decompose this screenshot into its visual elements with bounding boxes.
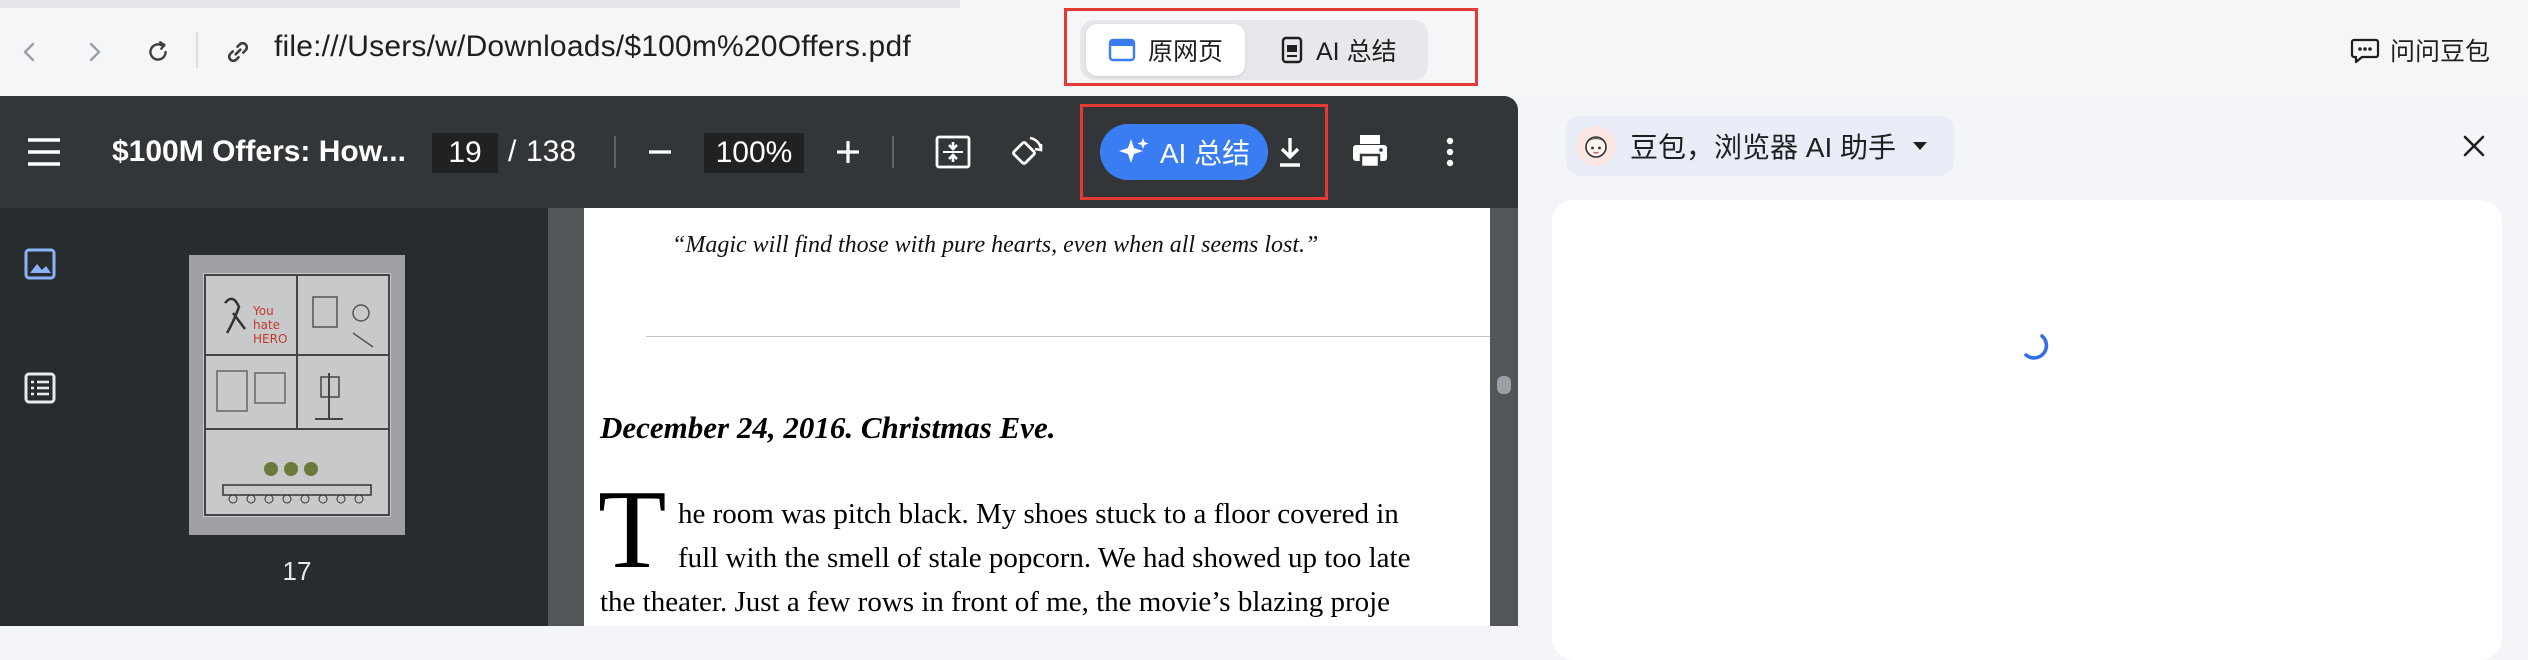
back-button[interactable] xyxy=(6,28,54,76)
total-pages: 138 xyxy=(526,135,577,168)
chevron-left-icon xyxy=(23,42,35,62)
forward-button[interactable] xyxy=(70,28,118,76)
epigraph-quote: “Magic will find those with pure hearts,… xyxy=(672,232,1319,258)
assistant-selector[interactable]: 豆包，浏览器 AI 助手 xyxy=(1566,116,1955,176)
svg-text:hate: hate xyxy=(253,318,280,332)
ai-summary-button-label: AI 总结 xyxy=(1159,138,1251,169)
zoom-in-button[interactable] xyxy=(832,136,864,168)
svg-text:HERO: HERO xyxy=(253,332,287,346)
link-icon xyxy=(227,41,249,63)
close-panel-button[interactable] xyxy=(2456,128,2492,164)
toolbar-separator xyxy=(614,136,616,168)
body-text-line: full with the smell of stale popcorn. We… xyxy=(678,542,1411,574)
reload-icon xyxy=(149,41,167,61)
zoom-out-button[interactable] xyxy=(644,136,676,168)
close-icon xyxy=(2463,135,2485,157)
assistant-title: 豆包，浏览器 AI 助手 xyxy=(1630,132,1897,163)
zoom-level-input[interactable]: 100% xyxy=(704,133,804,173)
chat-bubble-icon xyxy=(2350,38,2380,64)
chapter-heading: December 24, 2016. Christmas Eve. xyxy=(600,410,1056,445)
body-text-line: the theater. Just a few rows in front of… xyxy=(600,586,1391,618)
ai-summary-button[interactable]: AI 总结 xyxy=(1100,124,1268,180)
ai-summary-tab[interactable]: AI 总结 xyxy=(1258,24,1419,76)
toolbar-separator xyxy=(892,136,894,168)
loading-spinner xyxy=(2012,324,2052,364)
assistant-content-panel xyxy=(1552,200,2502,660)
page-thumbnail[interactable]: You hate HERO xyxy=(189,255,405,535)
body-text-line: he room was pitch black. My shoes stuck … xyxy=(678,498,1399,530)
printer-icon xyxy=(1353,135,1387,169)
rotate-icon xyxy=(1012,136,1043,165)
svg-text:You: You xyxy=(252,304,274,318)
menu-button[interactable] xyxy=(24,134,64,170)
section-divider xyxy=(646,336,1490,337)
address-bar-url[interactable]: file:///Users/w/Downloads/$100m%20Offers… xyxy=(274,30,911,64)
more-vertical-icon xyxy=(1446,137,1454,167)
view-toggle: 原网页 AI 总结 xyxy=(1080,20,1428,80)
page-number-input[interactable]: 19 xyxy=(432,133,498,173)
drop-cap: T xyxy=(598,468,667,592)
rotate-button[interactable] xyxy=(1006,132,1046,172)
chevron-right-icon xyxy=(89,42,101,62)
pdf-scrollbar-thumb[interactable] xyxy=(1497,376,1511,394)
thumbnail-page-number: 17 xyxy=(282,556,312,586)
ask-doubao-button[interactable]: 问问豆包 xyxy=(2350,30,2490,70)
toolbar-divider xyxy=(196,32,198,68)
image-icon xyxy=(24,248,56,280)
plus-icon xyxy=(837,141,859,163)
ai-summary-tab-label: AI 总结 xyxy=(1316,38,1397,66)
fit-page-icon xyxy=(935,135,971,169)
download-button[interactable] xyxy=(1274,134,1306,170)
browser-window-icon xyxy=(1108,38,1136,62)
spinner-icon xyxy=(2024,334,2049,360)
download-icon xyxy=(1280,138,1300,167)
ask-doubao-label: 问问豆包 xyxy=(2390,38,2491,66)
minus-icon xyxy=(649,150,671,154)
tab-strip xyxy=(0,0,960,8)
fit-to-page-button[interactable] xyxy=(934,134,972,170)
thumbnail-view-button[interactable] xyxy=(22,246,58,282)
site-info-button[interactable] xyxy=(214,28,262,76)
original-page-tab[interactable]: 原网页 xyxy=(1086,24,1246,76)
doubao-face-icon xyxy=(1585,136,1607,158)
sparkle-icon xyxy=(1118,138,1149,163)
reload-button[interactable] xyxy=(134,28,182,76)
pdf-title: $100M Offers: How... xyxy=(112,135,406,168)
sketch-drawing-image: You hate HERO xyxy=(204,274,390,516)
hamburger-menu-icon xyxy=(28,138,60,166)
page-separator: / xyxy=(508,135,517,168)
thumbnail-sketch: You hate HERO xyxy=(203,273,391,517)
caret-down-icon xyxy=(1913,142,1928,150)
outline-view-button[interactable] xyxy=(22,370,58,406)
pdf-page: “Magic will find those with pure hearts,… xyxy=(584,208,1490,626)
print-button[interactable] xyxy=(1350,132,1390,170)
list-icon xyxy=(24,372,56,404)
document-icon xyxy=(1281,36,1303,64)
original-page-label: 原网页 xyxy=(1148,38,1224,66)
doubao-avatar xyxy=(1576,126,1616,166)
more-options-button[interactable] xyxy=(1432,134,1468,170)
